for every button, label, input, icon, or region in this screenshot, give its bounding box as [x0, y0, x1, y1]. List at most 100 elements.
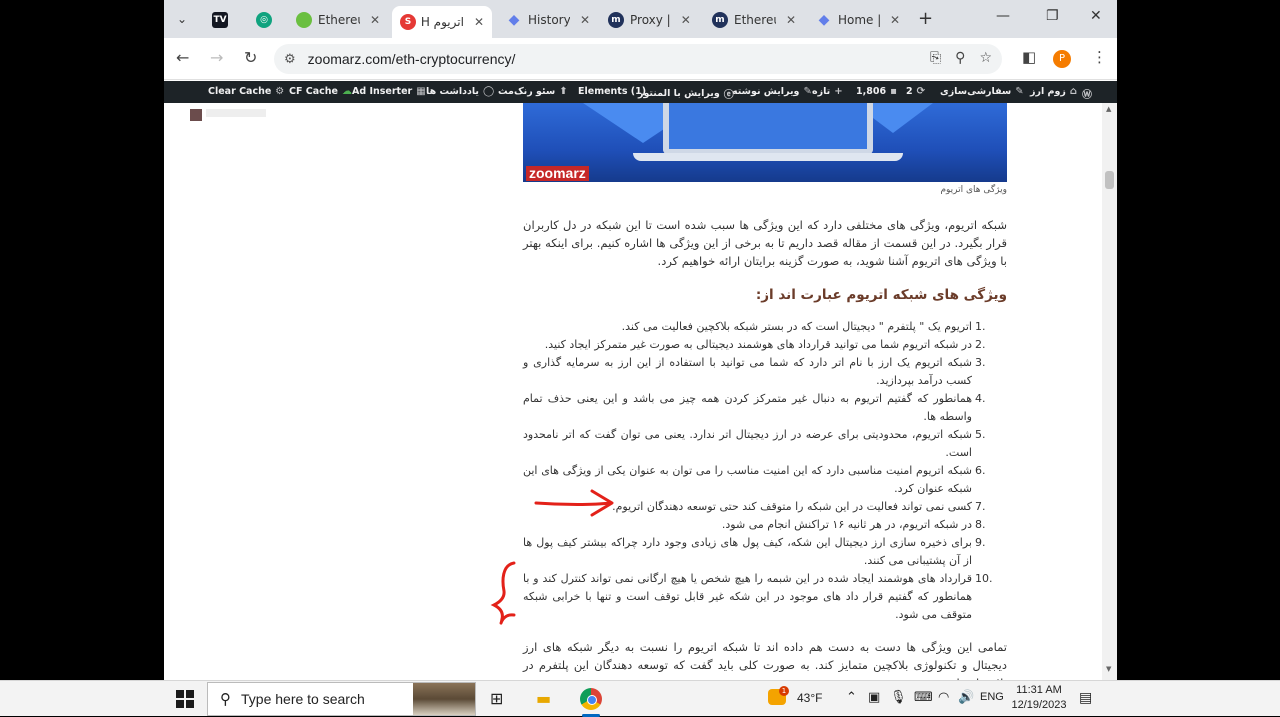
wpbar-rankmath[interactable]: سئو رنک‌مث ⬆	[498, 86, 568, 97]
wpbar-new[interactable]: تازه +	[812, 86, 843, 97]
wpbar-customize[interactable]: سفارشی‌سازی ✎	[940, 86, 1024, 97]
tab-history[interactable]: ◆ History ✕	[498, 6, 598, 34]
wpbar-elementor[interactable]: ویرایش با المنتور ⓔ	[638, 86, 734, 101]
tab-chatgpt[interactable]: ◎	[248, 6, 282, 34]
close-icon[interactable]: ✕	[786, 13, 796, 27]
profile-avatar[interactable]: P	[1053, 50, 1071, 68]
chrome-taskbar-icon[interactable]	[580, 688, 602, 710]
wpbar-label: CF Cache	[289, 86, 338, 97]
language-indicator[interactable]: ENG	[980, 691, 1004, 703]
wpbar-notes[interactable]: یادداشت ها ◯	[426, 86, 494, 97]
features-list: 1. اتریوم یک " پلتفرم " دیجیتال است که در…	[523, 318, 993, 624]
new-tab-plus-icon[interactable]: +	[918, 8, 933, 29]
list-text: همانطور که گفتیم اتریوم به دنبال غیر متم…	[523, 392, 972, 423]
tab-ethereum-1[interactable]: Ethereu ✕	[288, 6, 388, 34]
system-clock[interactable]: 11:31 AM 12/19/2023	[1008, 683, 1070, 713]
wpbar-clear-cache[interactable]: Clear Cache ⚙	[208, 86, 284, 97]
bookmark-star-icon[interactable]: ☆	[979, 50, 992, 66]
gear-icon: ⚙	[275, 86, 285, 97]
wpbar-cf-cache[interactable]: CF Cache ☁	[289, 86, 352, 97]
temperature-label[interactable]: 43°F	[797, 691, 822, 705]
ethereum-icon: ◆	[508, 12, 520, 28]
restore-icon[interactable]: ❐	[1046, 8, 1059, 24]
close-icon[interactable]: ✕	[681, 13, 691, 27]
microphone-icon[interactable]: 🎙	[890, 690, 907, 705]
tab-label: Home |	[838, 13, 880, 27]
wpbar-elements[interactable]: Elements (1)	[578, 86, 646, 97]
sidebar-thumbnail[interactable]	[190, 109, 202, 121]
brush-icon: ✎	[1015, 86, 1024, 97]
scroll-up-icon[interactable]: ▲	[1106, 105, 1111, 113]
chevron-up-icon[interactable]: ⌃	[846, 690, 857, 705]
list-text: شبکه اتریوم امنیت مناسبی دارد که این امن…	[523, 464, 972, 495]
tab-strip: ⌄ TV ◎ Ethereu ✕ S اتریوم H ✕ ◆ History …	[164, 0, 1117, 38]
notification-icon[interactable]: ▤	[1079, 690, 1092, 706]
windows-start-icon[interactable]	[176, 690, 194, 708]
close-icon[interactable]: ✕	[370, 13, 380, 27]
wpbar-label: تازه	[812, 86, 831, 97]
kebab-menu-icon[interactable]: ⋮	[1092, 48, 1107, 66]
note-icon: ◯	[483, 86, 495, 97]
wpbar-label: زوم ارز	[1030, 86, 1066, 97]
refresh-icon: ⟳	[916, 86, 926, 97]
zoom-search-icon[interactable]: ⚲	[955, 50, 965, 66]
widget-icon[interactable]: ▣	[868, 690, 880, 705]
wifi-icon[interactable]: ◠	[938, 690, 949, 705]
wpbar-edit-post[interactable]: ویرایش نوشته ✎	[732, 86, 812, 97]
chatgpt-icon: ◎	[256, 12, 272, 28]
tab-label: Proxy |	[630, 13, 671, 27]
list-item: 1. اتریوم یک " پلتفرم " دیجیتال است که در…	[523, 318, 986, 336]
task-view-icon[interactable]: ⊞	[490, 689, 503, 708]
taskbar-search[interactable]: ⚲ Type here to search	[207, 682, 476, 716]
wpbar-ad-inserter[interactable]: Ad Inserter ▦	[352, 86, 426, 97]
volume-icon[interactable]: 🔊	[958, 690, 974, 705]
url-text[interactable]: zoomarz.com/eth-cryptocurrency/	[308, 51, 516, 67]
zoomarz-icon: S	[400, 14, 416, 30]
tab-zoomarz-active[interactable]: S اتریوم H ✕	[392, 6, 492, 38]
reload-icon[interactable]: ↻	[244, 48, 257, 67]
list-text: اتریوم یک " پلتفرم " دیجیتال است که در ب…	[621, 320, 972, 333]
forward-arrow-icon[interactable]: →	[210, 48, 223, 67]
close-icon[interactable]: ✕	[474, 15, 484, 29]
wp-admin-bar: Ⓦ زوم ارز ⌂ سفارشی‌سازی ✎ 2 ⟳ 1,806 ▪ تازه + …	[164, 81, 1117, 103]
list-text: برای ذخیره سازی ارز دیجیتال این شکه، کیف…	[523, 536, 972, 567]
side-panel-icon[interactable]: ◧	[1022, 48, 1036, 66]
file-explorer-icon[interactable]: ▬	[536, 689, 551, 708]
scrollbar-thumb[interactable]	[1105, 171, 1114, 189]
keyboard-icon[interactable]: ⌨	[914, 690, 933, 705]
tab-ethereum-2[interactable]: m Ethereu ✕	[704, 6, 804, 34]
translate-icon[interactable]: ⎘	[930, 50, 941, 66]
list-number: 8.	[975, 518, 986, 531]
wpbar-updates[interactable]: 2 ⟳	[906, 86, 925, 97]
close-icon[interactable]: ✕	[580, 13, 590, 27]
wpbar-label: 1,806	[856, 86, 887, 97]
list-number: 9.	[975, 536, 986, 549]
scroll-down-icon[interactable]: ▼	[1106, 665, 1111, 673]
comment-icon: ▪	[890, 86, 897, 97]
tab-tradingview[interactable]: TV	[204, 6, 238, 34]
minimize-icon[interactable]: —	[996, 8, 1010, 24]
list-number: 4.	[975, 392, 986, 405]
list-text: در شبکه اتریوم شما می توانید قرارداد های…	[544, 338, 972, 351]
wpbar-site-name[interactable]: زوم ارز ⌂	[1030, 86, 1077, 97]
list-number: 1.	[975, 320, 986, 333]
wpbar-comments[interactable]: 1,806 ▪	[856, 86, 897, 97]
weather-badge: 1	[779, 686, 789, 696]
page-scrollbar[interactable]: ▲ ▼	[1102, 103, 1117, 680]
list-number: 5.	[975, 428, 986, 441]
close-window-icon[interactable]: ✕	[1090, 8, 1102, 24]
back-arrow-icon[interactable]: ←	[176, 48, 189, 67]
plus-icon: +	[834, 86, 843, 97]
pencil-icon: ✎	[803, 86, 812, 97]
tab-proxy[interactable]: m Proxy | ✕	[600, 6, 700, 34]
site-info-icon[interactable]: ⚙	[284, 52, 296, 67]
address-bar[interactable]: ⚙ zoomarz.com/eth-cryptocurrency/ ⎘ ⚲ ☆	[274, 44, 1002, 74]
list-item: 7. کسی نمی تواند فعالیت در این شبکه را مت…	[523, 498, 985, 516]
etherscan-icon: m	[608, 12, 624, 28]
tab-home[interactable]: ◆ Home | ✕	[808, 6, 908, 34]
tab-label: History	[528, 13, 570, 27]
wordpress-logo-icon[interactable]: Ⓦ	[1082, 86, 1092, 101]
close-icon[interactable]: ✕	[890, 13, 900, 27]
tab-search-button[interactable]: ⌄	[170, 7, 194, 31]
chevron-down-icon: ⌄	[176, 12, 188, 26]
